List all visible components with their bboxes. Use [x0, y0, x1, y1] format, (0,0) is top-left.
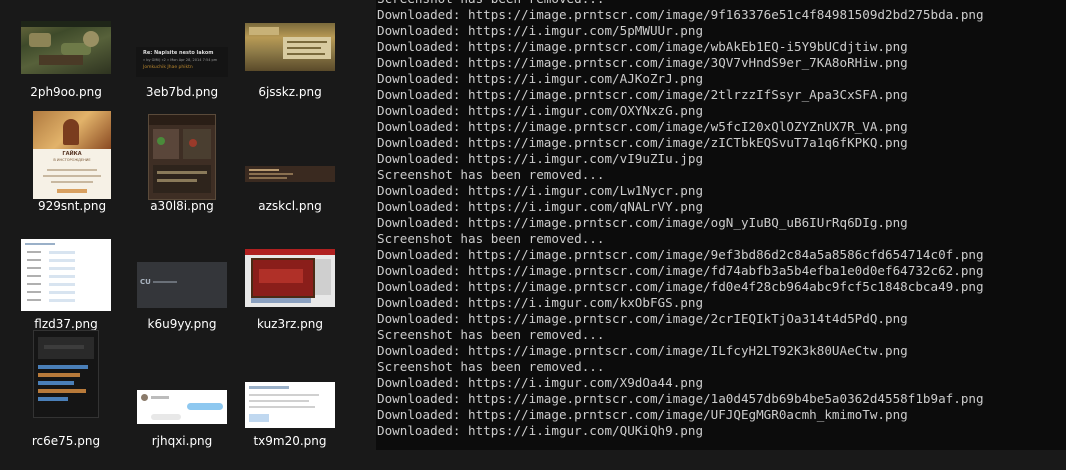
console-line: Screenshot has been removed...	[377, 231, 605, 246]
console-line: Downloaded: https://image.prntscr.com/im…	[377, 55, 908, 70]
console-line: Downloaded: https://image.prntscr.com/im…	[377, 87, 908, 102]
console-line: Downloaded: https://image.prntscr.com/im…	[377, 407, 908, 422]
console-line: Screenshot has been removed...	[377, 359, 605, 374]
console-line: Downloaded: https://image.prntscr.com/im…	[377, 247, 984, 262]
console-line: Downloaded: https://i.imgur.com/X9dOa44.…	[377, 375, 704, 390]
console-line: Screenshot has been removed...	[377, 327, 605, 342]
console-line: Downloaded: https://image.prntscr.com/im…	[377, 135, 908, 150]
file-name: rc6e75.png	[31, 434, 101, 448]
console-line: Downloaded: https://i.imgur.com/kxObFGS.…	[377, 295, 704, 310]
console-line: Downloaded: https://image.prntscr.com/im…	[377, 391, 984, 406]
file-item-a30l8i[interactable]: a30l8i.png	[127, 114, 237, 235]
app-logo: CU	[140, 278, 151, 286]
file-item-k6u9yy[interactable]: CU k6u9yy.png	[127, 235, 237, 353]
file-name: 2ph9oo.png	[30, 85, 102, 99]
console-line: Downloaded: https://i.imgur.com/Lw1Nycr.…	[377, 183, 704, 198]
file-item-azskcl[interactable]: azskcl.png	[235, 117, 345, 235]
chat-thumbnail	[137, 390, 227, 424]
file-item-rjhqxi[interactable]: rjhqxi.png	[127, 352, 237, 470]
console-line: Downloaded: https://i.imgur.com/AJKoZrJ.…	[377, 71, 704, 86]
file-name: rjhqxi.png	[151, 434, 213, 448]
file-explorer-pane: 2ph9oo.png Re: Napisite nesto lakom » by…	[0, 0, 376, 450]
console-line: Downloaded: https://i.imgur.com/qNALrVY.…	[377, 199, 704, 214]
forum-post-thumbnail: Re: Napisite nesto lakom » by GMilJ «2 »…	[136, 47, 228, 77]
console-line: Downloaded: https://image.prntscr.com/im…	[377, 279, 984, 294]
console-line: Screenshot has been removed...	[377, 167, 605, 182]
console-output: Screenshot has been removed...Downloaded…	[376, 0, 1066, 450]
file-name: 929snt.png	[37, 199, 107, 213]
file-name: kuz3rz.png	[256, 317, 323, 331]
file-name: tx9m20.png	[253, 434, 327, 448]
file-name: a30l8i.png	[150, 199, 214, 213]
forum-post-meta: » by GMilJ «2 » Mon Apr 28, 2014 7:54 pm	[143, 58, 218, 62]
console-line: Downloaded: https://image.prntscr.com/im…	[377, 263, 984, 278]
console-line: Downloaded: https://image.prntscr.com/im…	[377, 39, 908, 54]
console-line: Downloaded: https://image.prntscr.com/im…	[377, 343, 908, 358]
console-line: Downloaded: https://i.imgur.com/vI9uZIu.…	[377, 151, 704, 166]
console-line: Downloaded: https://image.prntscr.com/im…	[377, 7, 984, 22]
game-screenshot-thumbnail	[245, 23, 335, 71]
file-item-929snt[interactable]: ГАЙКА В ИНСТОРОЖДЕНИЕ 929snt.png	[17, 111, 127, 235]
game-screenshot-thumbnail	[245, 166, 335, 182]
poster-heading: ГАЙКА	[62, 151, 82, 157]
file-item-rc6e75[interactable]: rc6e75.png	[11, 330, 121, 470]
console-line: Downloaded: https://i.imgur.com/OXYNxzG.…	[377, 103, 704, 118]
console-log: Screenshot has been removed...Downloaded…	[377, 0, 984, 439]
game-screenshot-thumbnail	[148, 114, 216, 200]
file-name: 6jsskz.png	[258, 85, 322, 99]
poster-subheading: В ИНСТОРОЖДЕНИЕ	[53, 158, 91, 162]
dark-app-thumbnail: CU	[137, 262, 227, 308]
document-thumbnail	[245, 382, 335, 428]
console-line: Downloaded: https://i.imgur.com/5pMWUUr.…	[377, 23, 704, 38]
console-line: Downloaded: https://i.imgur.com/QUKiQh9.…	[377, 423, 704, 438]
console-line: Downloaded: https://image.prntscr.com/im…	[377, 215, 908, 230]
console-line: Downloaded: https://image.prntscr.com/im…	[377, 119, 908, 134]
game-screenshot-thumbnail	[245, 249, 335, 307]
file-name: 3eb7bd.png	[145, 85, 219, 99]
game-screenshot-thumbnail	[21, 20, 111, 74]
file-item-2ph9oo[interactable]: 2ph9oo.png	[11, 3, 121, 121]
poster-thumbnail: ГАЙКА В ИНСТОРОЖДЕНИЕ	[33, 111, 111, 199]
file-item-3eb7bd[interactable]: Re: Napisite nesto lakom » by GMilJ «2 »…	[127, 3, 237, 121]
forum-post-title: Re: Napisite nesto lakom	[143, 50, 214, 56]
file-name: k6u9yy.png	[147, 317, 217, 331]
console-line: Screenshot has been removed...	[377, 0, 984, 7]
console-line: Downloaded: https://image.prntscr.com/im…	[377, 311, 908, 326]
file-item-tx9m20[interactable]: tx9m20.png	[235, 352, 345, 470]
document-thumbnail	[21, 239, 111, 311]
file-name: azskcl.png	[258, 199, 322, 213]
file-item-6jsskz[interactable]: 6jsskz.png	[235, 3, 345, 121]
forum-post-link: Jomkuchik Jhae phiktn	[143, 65, 193, 70]
file-item-kuz3rz[interactable]: kuz3rz.png	[235, 235, 345, 353]
dark-app-thumbnail	[33, 330, 99, 418]
